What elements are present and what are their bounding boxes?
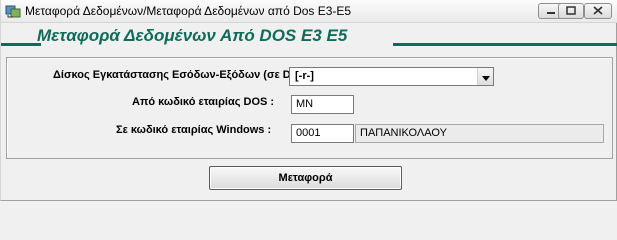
maximize-icon bbox=[566, 2, 576, 20]
title-bar[interactable]: Μεταφορά Δεδομένων/Μεταφορά Δεδομένων απ… bbox=[1, 0, 617, 23]
window-title: Μεταφορά Δεδομένων/Μεταφορά Δεδομένων απ… bbox=[25, 4, 352, 18]
form-header: Μεταφορά Δεδομένων Από DOS E3 E5 bbox=[1, 23, 617, 53]
header-rule-left bbox=[1, 43, 41, 46]
app-icon bbox=[5, 3, 21, 19]
maximize-button[interactable] bbox=[558, 3, 584, 19]
windows-company-name-field: ΠΑΠΑΝΙΚΟΛΑΟΥ bbox=[355, 124, 604, 143]
transfer-button[interactable]: Μεταφορά bbox=[209, 166, 402, 190]
windows-company-label: Σε κωδικό εταιρίας Windows : bbox=[116, 124, 272, 136]
dos-company-label: Από κωδικό εταιρίας DOS : bbox=[132, 96, 275, 108]
dos-company-input[interactable]: MN bbox=[291, 95, 354, 114]
minimize-icon bbox=[546, 2, 556, 20]
transfer-settings-panel: Δίσκος Εγκατάστασης Εσόδων-Εξόδων (σε DO… bbox=[6, 57, 613, 159]
form-heading: Μεταφορά Δεδομένων Από DOS E3 E5 bbox=[37, 26, 348, 45]
chevron-down-icon bbox=[481, 68, 490, 86]
transfer-window: Μεταφορά Δεδομένων/Μεταφορά Δεδομένων απ… bbox=[0, 0, 617, 201]
disk-dropdown-value: [-r-] bbox=[295, 70, 314, 82]
close-icon bbox=[593, 2, 603, 20]
dropdown-button[interactable] bbox=[477, 68, 493, 85]
disk-dropdown[interactable]: [-r-] bbox=[289, 67, 494, 86]
close-button[interactable] bbox=[584, 3, 612, 19]
windows-company-code-input[interactable]: 0001 bbox=[291, 124, 354, 143]
header-rule-right bbox=[393, 43, 617, 46]
disk-label: Δίσκος Εγκατάστασης Εσόδων-Εξόδων (σε DO… bbox=[53, 69, 317, 81]
